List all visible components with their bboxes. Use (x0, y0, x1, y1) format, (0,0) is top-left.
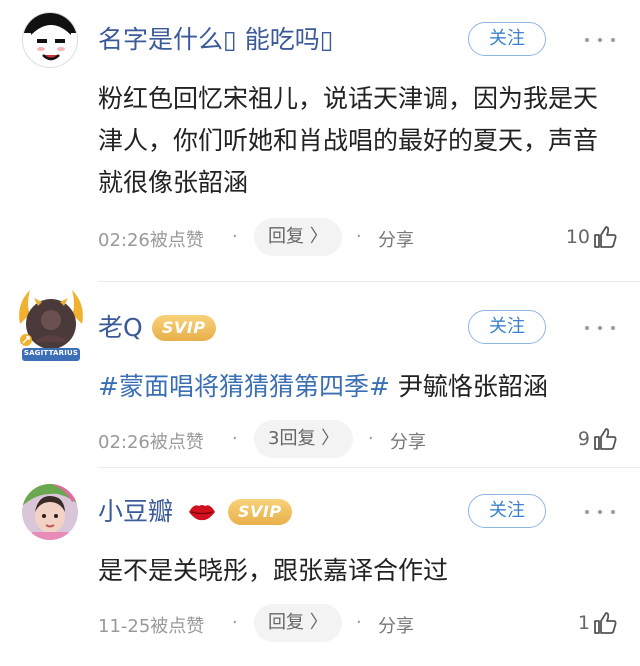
separator-dot: · (368, 428, 374, 449)
comment-meta: 02:26被点赞 · 回复 〉 · 分享 10 (98, 218, 618, 256)
comment-text: 是不是关晓彤，跟张嘉译合作过 (98, 556, 449, 585)
hashtag-link[interactable]: #蒙面唱将猜猜猜第四季# (98, 372, 390, 401)
share-button[interactable]: 分享 (390, 428, 426, 454)
separator-dot: · (232, 612, 238, 633)
follow-button[interactable]: 关注 (468, 310, 546, 344)
avatar[interactable]: SAGITTARIUS (19, 290, 83, 364)
reply-button[interactable]: 回复 〉 (254, 604, 342, 642)
svip-badge: SVIP (228, 499, 292, 525)
share-button[interactable]: 分享 (378, 226, 414, 252)
thumbs-up-icon (594, 612, 617, 634)
reply-button[interactable]: 3回复 〉 (254, 420, 354, 458)
timestamp: 02:26被点赞 (98, 230, 204, 251)
username[interactable]: 名字是什么▯ 能吃吗▯ (98, 24, 333, 56)
sagittarius-badge: SAGITTARIUS (23, 349, 79, 357)
comment-meta: 11-25被点赞 · 回复 〉 · 分享 1 (98, 604, 618, 642)
comment-body: 尹毓恪张韶涵 (389, 372, 548, 401)
comment-item: 小豆瓣 SVIP 关注 是不是关晓彤，跟张嘉译合作过 11-25被点赞 · 回复… (0, 468, 640, 666)
reply-button[interactable]: 回复 〉 (254, 218, 342, 256)
username[interactable]: 老Q (98, 312, 143, 344)
separator-dot: · (232, 226, 238, 247)
avatar[interactable] (22, 12, 78, 68)
timestamp: 11-25被点赞 (98, 616, 205, 637)
comment-item: 名字是什么▯ 能吃吗▯ 关注 粉红色回忆宋祖儿，说话天津调，因为我是天津人，你们… (0, 0, 640, 282)
meme-face-avatar-icon (23, 13, 77, 65)
thumbs-up-icon (594, 428, 617, 450)
comment-item: SAGITTARIUS 老Q SVIP 关注 #蒙面唱将猜猜猜第四季# 尹毓恪张… (0, 282, 640, 468)
comment-text: #蒙面唱将猜猜猜第四季# 尹毓恪张韶涵 (98, 366, 618, 408)
separator-dot: · (356, 612, 362, 633)
red-lips-icon (189, 505, 215, 521)
comment-text: 粉红色回忆宋祖儿，说话天津调，因为我是天津人，你们听她和肖战唱的最好的夏天，声音… (98, 84, 599, 197)
follow-button[interactable]: 关注 (468, 22, 546, 56)
username[interactable]: 小豆瓣 (98, 496, 173, 528)
follow-button[interactable]: 关注 (468, 494, 546, 528)
like-count: 9 (577, 428, 590, 450)
more-options-icon[interactable] (583, 30, 617, 50)
avatar[interactable] (22, 484, 78, 540)
more-options-icon[interactable] (583, 318, 617, 338)
like-count: 10 (565, 226, 590, 248)
separator-dot: · (232, 428, 238, 449)
separator-dot: · (356, 226, 362, 247)
share-button[interactable]: 分享 (378, 612, 414, 638)
like-count: 1 (577, 612, 590, 634)
thumbs-up-icon (594, 226, 617, 248)
comment-meta: 02:26被点赞 · 3回复 〉 · 分享 9 (98, 420, 618, 458)
more-options-icon[interactable] (583, 502, 617, 522)
svip-badge: SVIP (152, 315, 216, 341)
timestamp: 02:26被点赞 (98, 432, 204, 453)
child-photo-avatar-icon (22, 484, 78, 540)
